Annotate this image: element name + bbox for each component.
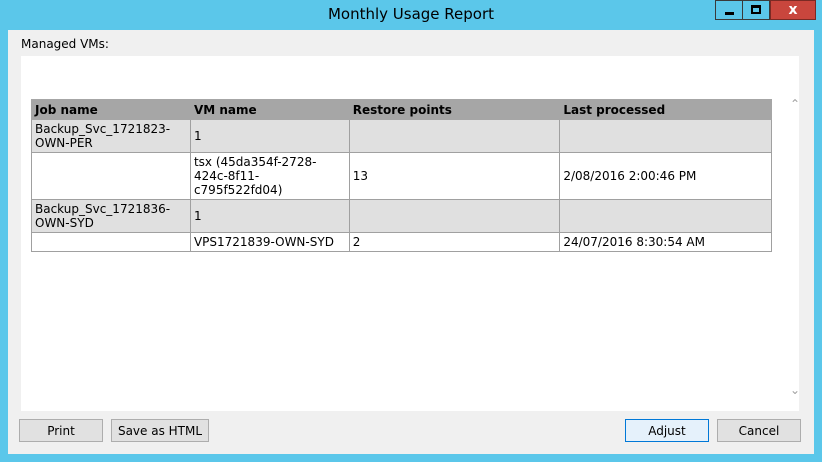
maximize-button[interactable]	[742, 0, 770, 20]
cell-vm-count: 1	[189, 199, 350, 233]
cell-job-name: Backup_Svc_1721836-OWN-SYD	[31, 199, 191, 233]
save-as-html-button[interactable]: Save as HTML	[111, 419, 209, 442]
cell-job-name	[31, 152, 191, 200]
managed-vms-table: Job name VM name Restore points Last pro…	[31, 99, 772, 252]
minimize-button[interactable]	[715, 0, 743, 20]
report-panel[interactable]: ⌃ ⌄ Job name VM name Restore points Last…	[21, 56, 801, 411]
print-button[interactable]: Print	[19, 419, 103, 442]
cell-job-name	[31, 232, 191, 252]
close-icon: x	[788, 2, 798, 18]
cell-job-name: Backup_Svc_1721823-OWN-PER	[31, 119, 191, 153]
table-row-job: Backup_Svc_1721823-OWN-PER 1	[31, 119, 772, 153]
minimize-icon	[725, 12, 734, 15]
managed-vms-label: Managed VMs:	[21, 37, 109, 51]
close-button[interactable]: x	[770, 0, 816, 20]
column-header-restore-points: Restore points	[348, 99, 561, 120]
window-title: Monthly Usage Report	[327, 5, 495, 23]
scroll-up-icon[interactable]: ⌃	[789, 98, 801, 110]
cancel-button[interactable]: Cancel	[717, 419, 801, 442]
title-bar[interactable]: Monthly Usage Report x	[0, 0, 822, 30]
scroll-down-icon[interactable]: ⌄	[789, 384, 801, 396]
cell-restore-points: 2	[348, 232, 561, 252]
cell-vm-name: tsx (45da354f-2728-424c-8f11-c795f522fd0…	[189, 152, 350, 200]
cell-vm-count: 1	[189, 119, 350, 153]
cell-restore-points: 13	[348, 152, 561, 200]
table-row-vm: VPS1721839-OWN-SYD 2 24/07/2016 8:30:54 …	[31, 232, 772, 252]
dialog-body: Managed VMs: ⌃ ⌄ Job name VM name Restor…	[8, 30, 814, 454]
cell-last-processed	[559, 199, 772, 233]
cell-last-processed	[559, 119, 772, 153]
cell-last-processed: 24/07/2016 8:30:54 AM	[559, 232, 772, 252]
table-row-job: Backup_Svc_1721836-OWN-SYD 1	[31, 199, 772, 233]
cell-last-processed: 2/08/2016 2:00:46 PM	[559, 152, 772, 200]
cell-vm-name: VPS1721839-OWN-SYD	[189, 232, 350, 252]
report-window: Monthly Usage Report x Managed VMs: ⌃ ⌄ …	[0, 0, 822, 462]
column-header-job-name: Job name	[31, 99, 191, 120]
cell-restore-points	[348, 119, 561, 153]
maximize-icon	[751, 5, 761, 14]
cell-restore-points	[348, 199, 561, 233]
table-header-row: Job name VM name Restore points Last pro…	[31, 99, 772, 120]
table-row-vm: tsx (45da354f-2728-424c-8f11-c795f522fd0…	[31, 152, 772, 200]
column-header-last-processed: Last processed	[559, 99, 772, 120]
adjust-button[interactable]: Adjust	[625, 419, 709, 442]
column-header-vm-name: VM name	[189, 99, 350, 120]
